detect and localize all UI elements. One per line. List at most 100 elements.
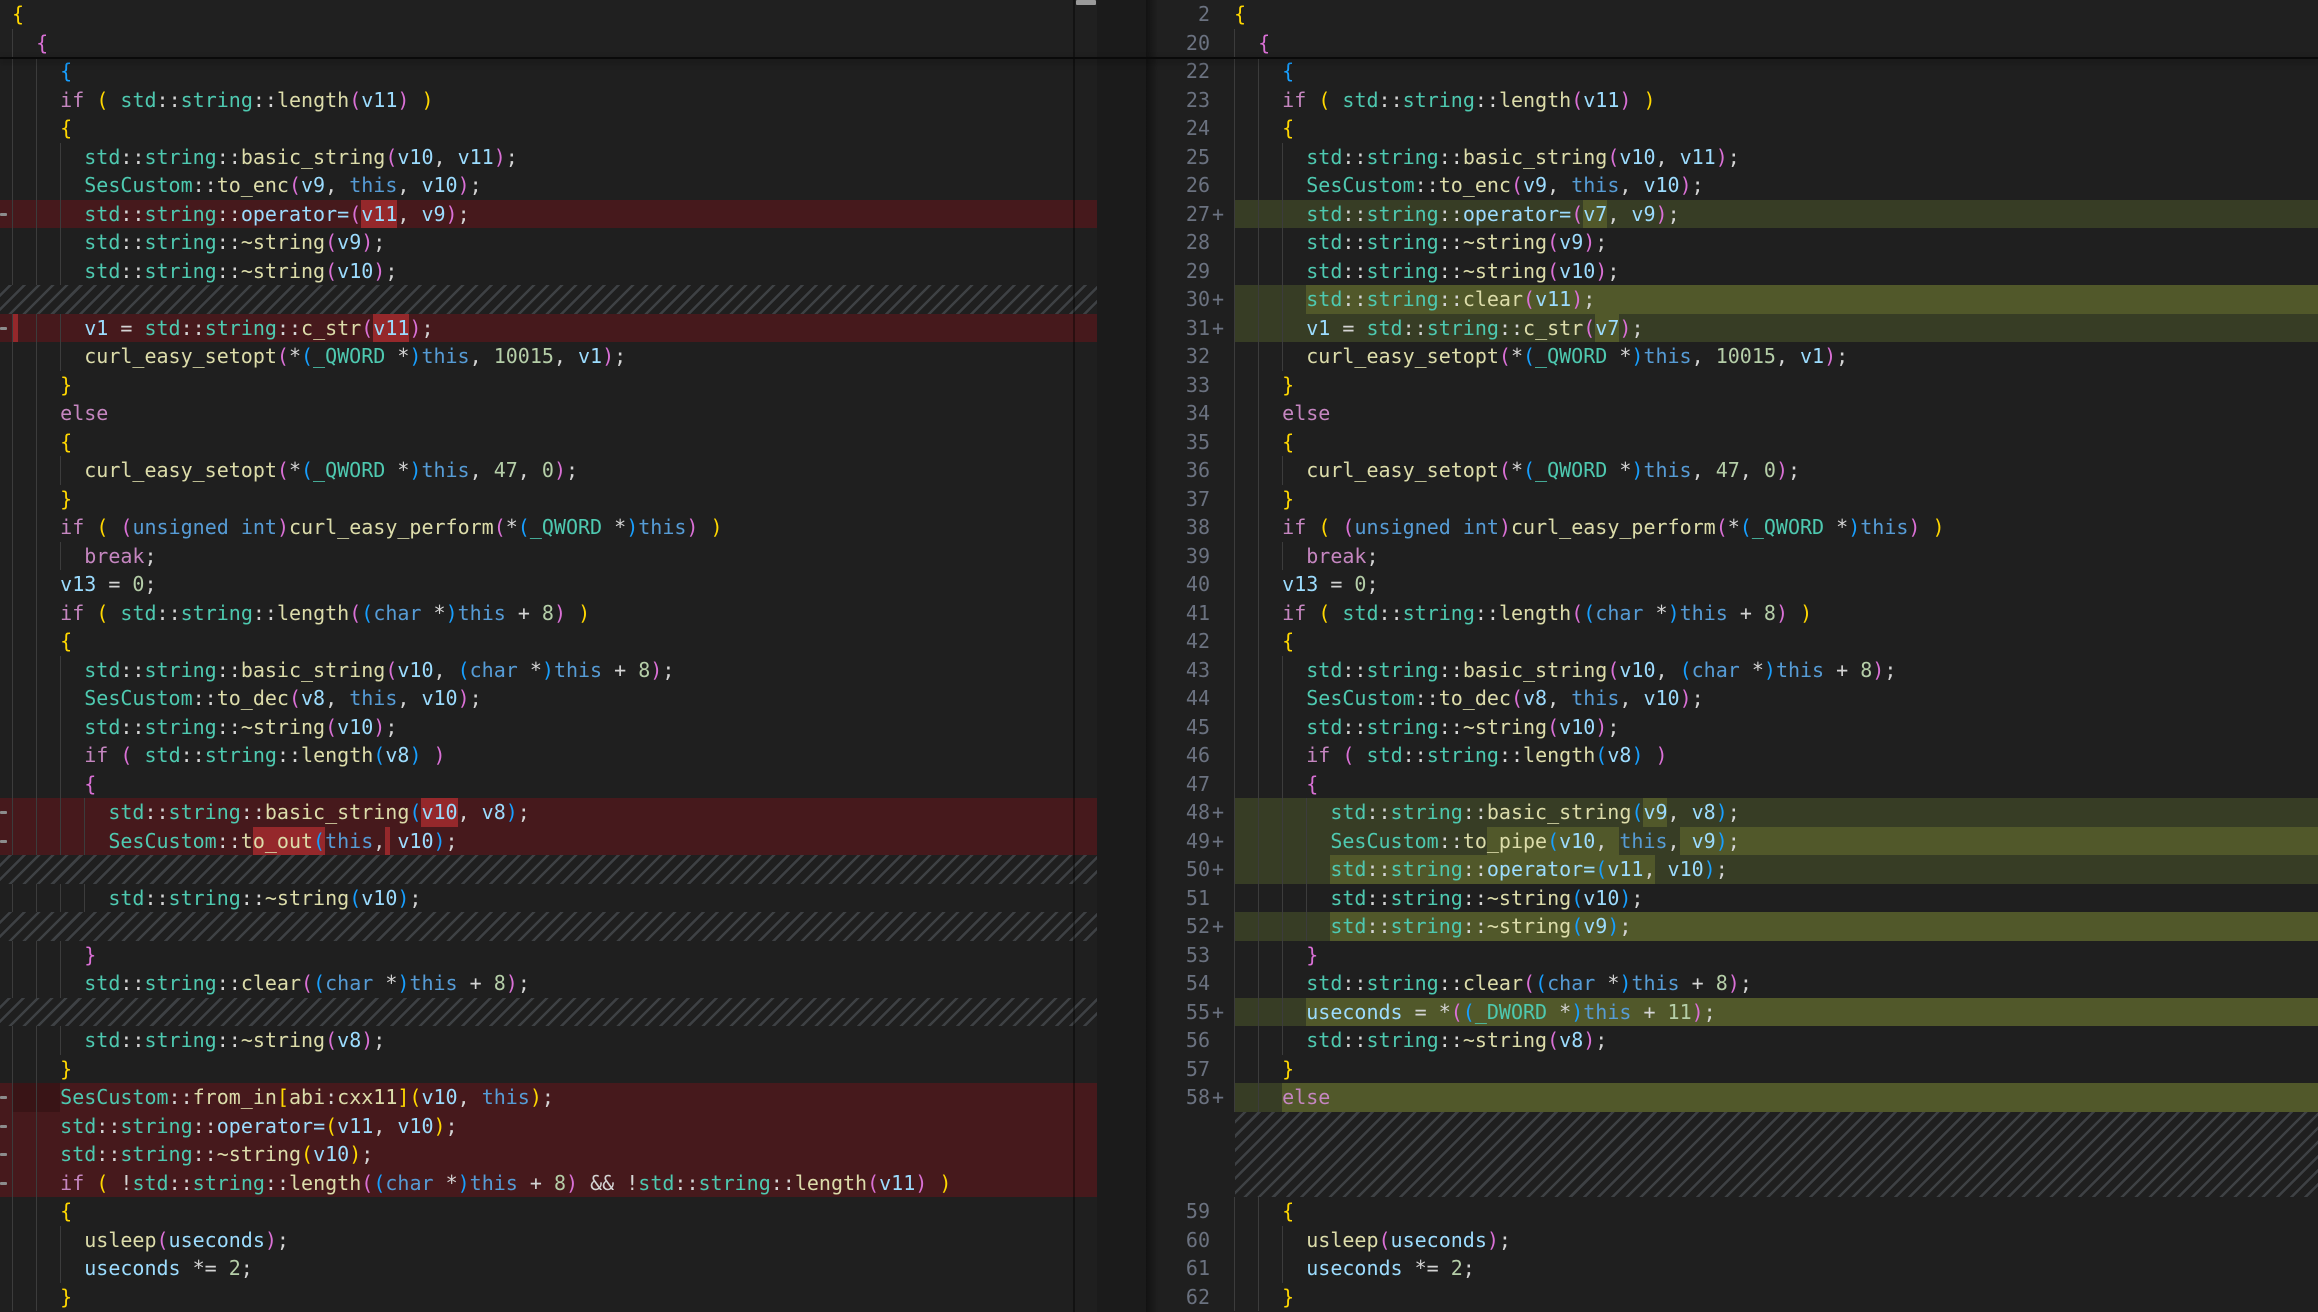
sticky-scroll-line[interactable]: 2{ [1146,0,2318,29]
code-line[interactable]: 22 { [1146,57,2318,86]
code-line[interactable]: break; [0,542,1097,571]
code-line[interactable]: } [0,485,1097,514]
deleted-code-line[interactable]: SesCustom::to_out(this, v10); [0,827,1097,856]
removed-line-indicator [0,1125,7,1128]
scrollbar-thumb[interactable] [1076,0,1096,5]
code-line[interactable]: 59 { [1146,1197,2318,1226]
code-line[interactable]: { [0,428,1097,457]
code-line[interactable]: 43 std::string::basic_string(v10, (char … [1146,656,2318,685]
code-line[interactable]: 24 { [1146,114,2318,143]
inserted-code-line[interactable]: 48+ std::string::basic_string(v9, v8); [1146,798,2318,827]
code-line[interactable]: { [0,1197,1097,1226]
code-line[interactable]: if ( (unsigned int)curl_easy_perform(*(_… [0,513,1097,542]
code-line[interactable]: std::string::basic_string(v10, (char *)t… [0,656,1097,685]
code-text: if ( std::string::length(v8) ) [1234,741,1668,770]
code-line[interactable]: std::string::~string(v10); [0,257,1097,286]
inserted-code-line[interactable]: 58+ else [1146,1083,2318,1112]
original-editor-pane[interactable]: { if ( std::string::length(v11) ) { std:… [0,0,1097,1312]
code-text: } [12,1283,72,1312]
code-line[interactable]: { [0,57,1097,86]
code-line[interactable]: std::string::basic_string(v10, v11); [0,143,1097,172]
inserted-code-line[interactable]: 50+ std::string::operator=(v11, v10); [1146,855,2318,884]
code-line[interactable]: 41 if ( std::string::length((char *)this… [1146,599,2318,628]
code-line[interactable]: 56 std::string::~string(v8); [1146,1026,2318,1055]
inserted-code-line[interactable]: 27+ std::string::operator=(v7, v9); [1146,200,2318,229]
sticky-scroll-line[interactable]: { [0,29,1097,58]
code-line[interactable]: usleep(useconds); [0,1226,1097,1255]
code-line[interactable]: if ( std::string::length(v11) ) [0,86,1097,115]
code-line[interactable]: 62 } [1146,1283,2318,1312]
code-line[interactable]: 38 if ( (unsigned int)curl_easy_perform(… [1146,513,2318,542]
code-line[interactable]: } [0,1283,1097,1312]
code-line[interactable]: 54 std::string::clear((char *)this + 8); [1146,969,2318,998]
inserted-code-line[interactable]: 55+ useconds = *((_DWORD *)this + 11); [1146,998,2318,1027]
code-line[interactable]: 29 std::string::~string(v10); [1146,257,2318,286]
code-line[interactable]: std::string::~string(v10); [0,713,1097,742]
inserted-code-line[interactable]: 30+ std::string::clear(v11); [1146,285,2318,314]
code-line[interactable]: 45 std::string::~string(v10); [1146,713,2318,742]
deleted-code-line[interactable]: v1 = std::string::c_str(v11); [0,314,1097,343]
deleted-code-line[interactable]: std::string::operator=(v11, v9); [0,200,1097,229]
code-line[interactable]: 40 v13 = 0; [1146,570,2318,599]
code-line[interactable]: 36 curl_easy_setopt(*(_QWORD *)this, 47,… [1146,456,2318,485]
code-line[interactable]: curl_easy_setopt(*(_QWORD *)this, 47, 0)… [0,456,1097,485]
code-line[interactable]: 61 useconds *= 2; [1146,1254,2318,1283]
code-line[interactable]: useconds *= 2; [0,1254,1097,1283]
added-line-indicator: + [1212,200,1232,229]
sticky-scroll-line[interactable]: { [0,0,1097,29]
code-line[interactable]: 51 std::string::~string(v10); [1146,884,2318,913]
code-line[interactable]: 33 } [1146,371,2318,400]
code-line[interactable]: 47 { [1146,770,2318,799]
code-line[interactable]: 44 SesCustom::to_dec(v8, this, v10); [1146,684,2318,713]
code-text: std::string::basic_string(v10, v8); [12,798,530,827]
code-line[interactable]: } [0,941,1097,970]
code-line[interactable]: { [0,627,1097,656]
code-text: } [1234,485,1294,514]
code-line[interactable]: std::string::~string(v10); [0,884,1097,913]
deleted-code-line[interactable]: SesCustom::from_in[abi:cxx11](v10, this)… [0,1083,1097,1112]
code-line[interactable]: if ( std::string::length(v8) ) [0,741,1097,770]
code-line[interactable]: 53 } [1146,941,2318,970]
deleted-code-line[interactable]: std::string::basic_string(v10, v8); [0,798,1097,827]
code-line[interactable]: 46 if ( std::string::length(v8) ) [1146,741,2318,770]
inserted-code-line[interactable]: 49+ SesCustom::to_pipe(v10, this, v9); [1146,827,2318,856]
code-line[interactable]: else [0,399,1097,428]
code-line[interactable]: std::string::~string(v8); [0,1026,1097,1055]
code-line[interactable]: if ( std::string::length((char *)this + … [0,599,1097,628]
code-line[interactable]: 60 usleep(useconds); [1146,1226,2318,1255]
deleted-code-line[interactable]: std::string::operator=(v11, v10); [0,1112,1097,1141]
code-line[interactable]: { [0,114,1097,143]
code-line[interactable]: SesCustom::to_dec(v8, this, v10); [0,684,1097,713]
code-line[interactable]: 35 { [1146,428,2318,457]
code-line[interactable]: 42 { [1146,627,2318,656]
code-line[interactable]: curl_easy_setopt(*(_QWORD *)this, 10015,… [0,342,1097,371]
sticky-rows-original: { { [0,0,1097,57]
inserted-code-line[interactable]: 52+ std::string::~string(v9); [1146,912,2318,941]
modified-editor-pane[interactable]: 22 {23 if ( std::string::length(v11) )24… [1146,0,2318,1312]
code-line[interactable]: 39 break; [1146,542,2318,571]
code-line[interactable]: SesCustom::to_enc(v9, this, v10); [0,171,1097,200]
code-line[interactable]: 28 std::string::~string(v9); [1146,228,2318,257]
editor-sash[interactable] [1097,0,1146,1312]
code-line[interactable]: std::string::clear((char *)this + 8); [0,969,1097,998]
code-line[interactable]: 32 curl_easy_setopt(*(_QWORD *)this, 100… [1146,342,2318,371]
code-text: { [12,428,72,457]
deleted-code-line[interactable]: std::string::~string(v10); [0,1140,1097,1169]
code-line[interactable]: 37 } [1146,485,2318,514]
deleted-code-line[interactable]: if ( !std::string::length((char *)this +… [0,1169,1097,1198]
code-text: std::string::~string(v10); [12,884,421,913]
sticky-scroll-line[interactable]: 20 { [1146,29,2318,58]
code-text: if ( std::string::length((char *)this + … [12,599,590,628]
code-line[interactable]: 57 } [1146,1055,2318,1084]
code-line[interactable]: } [0,1055,1097,1084]
code-line[interactable]: v13 = 0; [0,570,1097,599]
code-line[interactable]: } [0,371,1097,400]
inserted-code-line[interactable]: 31+ v1 = std::string::c_str(v7); [1146,314,2318,343]
diff-gap-filler [0,285,1097,314]
code-line[interactable]: 34 else [1146,399,2318,428]
code-line[interactable]: 26 SesCustom::to_enc(v9, this, v10); [1146,171,2318,200]
code-line[interactable]: { [0,770,1097,799]
code-line[interactable]: std::string::~string(v9); [0,228,1097,257]
code-line[interactable]: 25 std::string::basic_string(v10, v11); [1146,143,2318,172]
code-line[interactable]: 23 if ( std::string::length(v11) ) [1146,86,2318,115]
